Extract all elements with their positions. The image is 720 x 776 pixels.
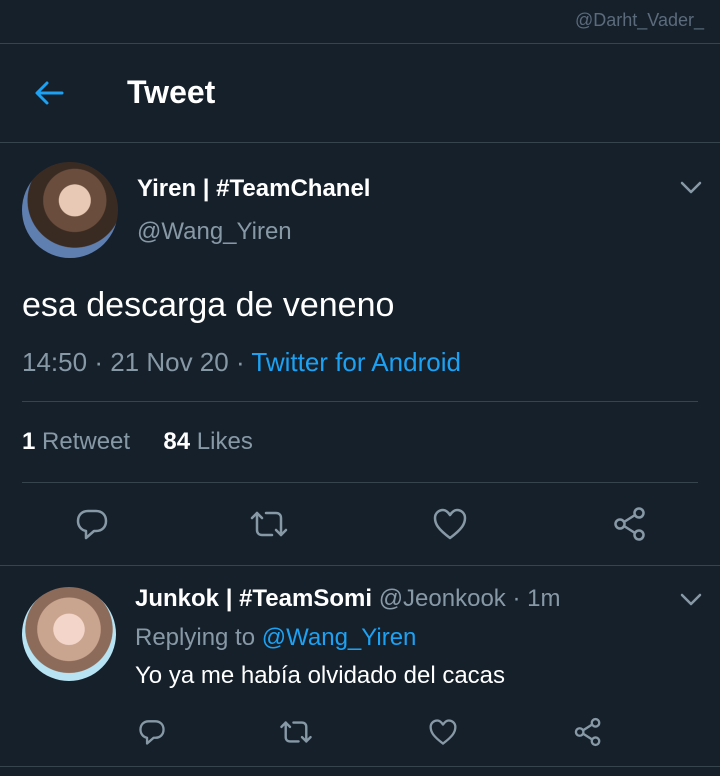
likes-stat[interactable]: 84 Likes xyxy=(163,428,252,455)
chevron-down-icon xyxy=(680,181,702,194)
tweet-options-button[interactable] xyxy=(678,175,704,201)
author-name[interactable]: Yiren | #TeamChanel xyxy=(137,175,370,203)
reply-button[interactable] xyxy=(70,502,114,546)
tweet-source-link[interactable]: Twitter for Android xyxy=(251,347,461,377)
watermark: @Darht_Vader_ xyxy=(574,10,704,30)
reply-options-button[interactable] xyxy=(678,587,704,613)
stats-divider xyxy=(22,482,698,483)
tweet-time: 14:50 xyxy=(22,347,88,377)
like-icon xyxy=(429,719,457,745)
reply-like-button[interactable] xyxy=(425,714,461,750)
tweet-stats: 1 Retweet 84 Likes xyxy=(22,428,253,456)
reply-text: Yo ya me había olvidado del cacas xyxy=(135,662,506,689)
like-button[interactable] xyxy=(428,502,472,546)
share-icon xyxy=(614,507,645,541)
reply-age: 1m xyxy=(527,585,561,612)
replying-label: Replying to xyxy=(135,624,256,651)
retweet-label: Retweet xyxy=(42,428,131,455)
reply-author-name[interactable]: Junkok | #TeamSomi xyxy=(135,585,372,612)
meta-dot: · xyxy=(94,347,111,377)
tweet-date: 21 Nov 20 xyxy=(110,347,229,377)
meta-divider xyxy=(22,401,698,402)
reply-retweet-button[interactable] xyxy=(276,714,316,750)
retweet-button[interactable] xyxy=(246,502,292,546)
back-button[interactable] xyxy=(30,74,68,112)
tweet-text: esa descarga de veneno xyxy=(22,286,395,324)
author-handle[interactable]: @Wang_Yiren xyxy=(137,218,292,246)
meta-dot: · xyxy=(235,347,252,377)
share-button[interactable] xyxy=(608,502,652,546)
tweet-bottom-divider xyxy=(0,565,720,566)
reply-icon xyxy=(139,720,165,745)
like-label: Likes xyxy=(196,428,253,455)
like-count: 84 xyxy=(163,428,191,455)
chevron-down-icon xyxy=(680,593,702,606)
like-icon xyxy=(433,508,467,540)
reply-bottom-divider xyxy=(0,766,720,767)
retweets-stat[interactable]: 1 Retweet xyxy=(22,428,130,455)
retweet-icon xyxy=(280,721,312,743)
page-title: Tweet xyxy=(127,74,216,110)
replying-handle-link[interactable]: @Wang_Yiren xyxy=(262,624,417,651)
reply-header: Junkok | #TeamSomi @Jeonkook · 1m xyxy=(135,585,560,613)
tweet-meta: 14:50 · 21 Nov 20 · Twitter for Android xyxy=(22,347,461,378)
back-arrow-icon xyxy=(35,81,64,105)
header-divider xyxy=(0,142,720,143)
retweet-count: 1 xyxy=(22,428,36,455)
share-icon xyxy=(574,717,601,747)
reply-icon xyxy=(76,509,108,540)
replying-to: Replying to @Wang_Yiren xyxy=(135,624,416,652)
reply-reply-button[interactable] xyxy=(134,714,170,750)
reply-author-handle[interactable]: @Jeonkook xyxy=(379,585,506,612)
reply-avatar[interactable] xyxy=(22,587,116,681)
avatar[interactable] xyxy=(22,162,118,258)
retweet-icon xyxy=(250,511,288,537)
reply-share-button[interactable] xyxy=(570,714,606,750)
reply-dot: · xyxy=(505,585,528,612)
app-header: Tweet xyxy=(0,44,720,142)
